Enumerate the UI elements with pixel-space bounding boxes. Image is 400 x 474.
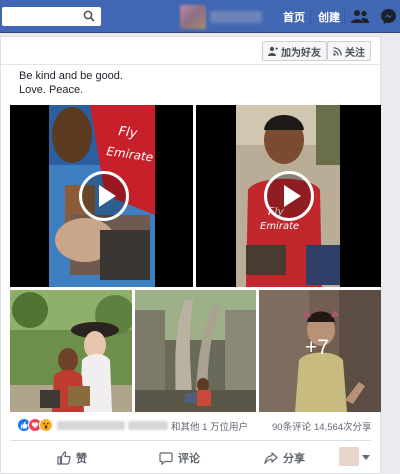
share-icon — [264, 452, 278, 465]
photo-thumbnail-3[interactable]: +7 — [259, 290, 381, 412]
nav-create[interactable]: 创建 — [318, 9, 340, 25]
follow-label: 关注 — [345, 47, 365, 59]
reactions-others-count[interactable]: 和其他 1 万位用户 — [171, 419, 248, 433]
profile-avatar[interactable] — [180, 5, 206, 29]
video-thumbnail-2[interactable]: Fly Emirate — [196, 105, 381, 287]
reaction-icons[interactable] — [17, 417, 53, 433]
photo-thumbnail-2[interactable] — [135, 290, 256, 412]
photo-1-image — [10, 290, 132, 412]
nav-home[interactable]: 首页 — [283, 9, 305, 25]
post-card: 加为好友 关注 Be kind and be good. Love. Peace… — [0, 36, 381, 474]
video-thumbnail-1[interactable]: Fly Emirate — [10, 105, 193, 287]
comment-icon — [159, 452, 173, 465]
search-icon[interactable] — [83, 10, 95, 22]
profile-name-blurred[interactable] — [210, 11, 262, 23]
comments-count[interactable]: 90条评论 — [272, 419, 311, 433]
like-label: 赞 — [76, 453, 87, 465]
add-friend-label: 加为好友 — [281, 47, 321, 59]
more-photos-count: +7 — [305, 336, 329, 359]
svg-text:Emirate: Emirate — [260, 221, 299, 232]
play-icon[interactable] — [79, 171, 129, 221]
share-button[interactable]: 分享 — [264, 450, 305, 466]
post-header: 加为好友 关注 — [1, 37, 380, 65]
add-friend-icon — [268, 46, 278, 56]
nav-divider — [344, 10, 345, 24]
post-actions-bar: 赞 评论 分享 — [11, 440, 371, 473]
svg-text:Fly: Fly — [117, 124, 138, 142]
nav-divider — [310, 10, 311, 24]
wow-reaction-icon — [39, 418, 53, 432]
add-friend-button[interactable]: 加为好友 — [262, 41, 327, 61]
top-navigation-bar: 首页 创建 — [0, 0, 400, 33]
reactor-names-blurred[interactable] — [128, 421, 168, 430]
post-body: Be kind and be good. Love. Peace. — [19, 69, 123, 97]
search-input[interactable] — [2, 10, 82, 29]
rss-icon — [333, 46, 342, 56]
photo-thumbnail-1[interactable] — [10, 290, 132, 412]
chevron-down-icon[interactable] — [362, 455, 370, 460]
like-icon — [57, 451, 71, 465]
comment-button[interactable]: 评论 — [159, 450, 200, 466]
reactor-names-blurred[interactable] — [57, 421, 125, 430]
friends-icon[interactable] — [351, 9, 369, 24]
comment-label: 评论 — [178, 453, 200, 465]
follow-button[interactable]: 关注 — [327, 41, 371, 61]
like-button[interactable]: 赞 — [57, 450, 87, 466]
post-text-line: Be kind and be good. — [19, 70, 123, 82]
post-text-line: Love. Peace. — [19, 84, 84, 96]
share-as-avatar[interactable] — [339, 447, 359, 466]
search-box[interactable] — [2, 7, 101, 29]
share-label: 分享 — [283, 453, 305, 465]
messenger-icon[interactable] — [380, 8, 397, 25]
play-icon[interactable] — [264, 171, 314, 221]
shares-count[interactable]: 14,564次分享 — [314, 419, 372, 433]
photo-2-image — [135, 290, 256, 412]
more-photos-overlay[interactable]: +7 — [259, 290, 381, 412]
